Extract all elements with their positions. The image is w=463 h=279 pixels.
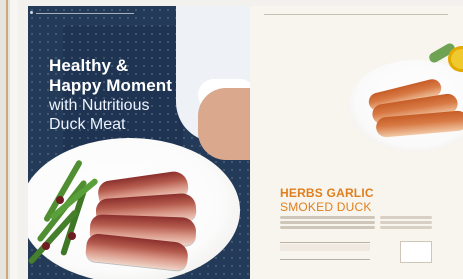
sidebar-text-line	[380, 221, 432, 224]
left-sliver-bar	[10, 0, 18, 279]
left-sliver-edge	[6, 0, 8, 279]
headline-line-4: Duck Meat	[49, 116, 126, 133]
dish-title: HERBS GARLIC SMOKED DUCK	[280, 186, 430, 214]
sidebar-text-line	[380, 226, 432, 229]
headline-line-2: Happy Moment	[49, 76, 173, 95]
right-header-rule	[264, 14, 448, 21]
headline: Healthy & Happy Moment with Nutritious D…	[49, 56, 172, 134]
dish-title-line-2: SMOKED DUCK	[280, 200, 372, 214]
right-page: HERBS GARLIC SMOKED DUCK	[250, 6, 463, 279]
magazine-spread: Healthy & Happy Moment with Nutritious D…	[28, 6, 463, 279]
left-page-sliver	[0, 0, 18, 279]
info-table	[280, 242, 370, 260]
page-number-dot	[30, 11, 33, 14]
left-page: Healthy & Happy Moment with Nutritious D…	[28, 6, 250, 279]
sidebar-text-line	[380, 216, 432, 219]
cranberry	[42, 242, 50, 250]
cranberry	[68, 232, 76, 240]
cranberry	[56, 196, 64, 204]
body-text-line	[280, 221, 375, 224]
body-text-line	[280, 216, 375, 219]
headline-line-3: with Nutritious	[49, 97, 150, 114]
info-box	[400, 241, 432, 263]
left-header-rule	[30, 11, 134, 18]
dish-title-line-1: HERBS GARLIC	[280, 186, 374, 200]
headline-line-1: Healthy &	[49, 56, 129, 75]
body-copy	[280, 214, 375, 231]
body-text-line	[280, 226, 375, 229]
info-table-row	[280, 244, 370, 251]
arm	[198, 88, 250, 160]
sidebar-copy	[380, 214, 432, 231]
